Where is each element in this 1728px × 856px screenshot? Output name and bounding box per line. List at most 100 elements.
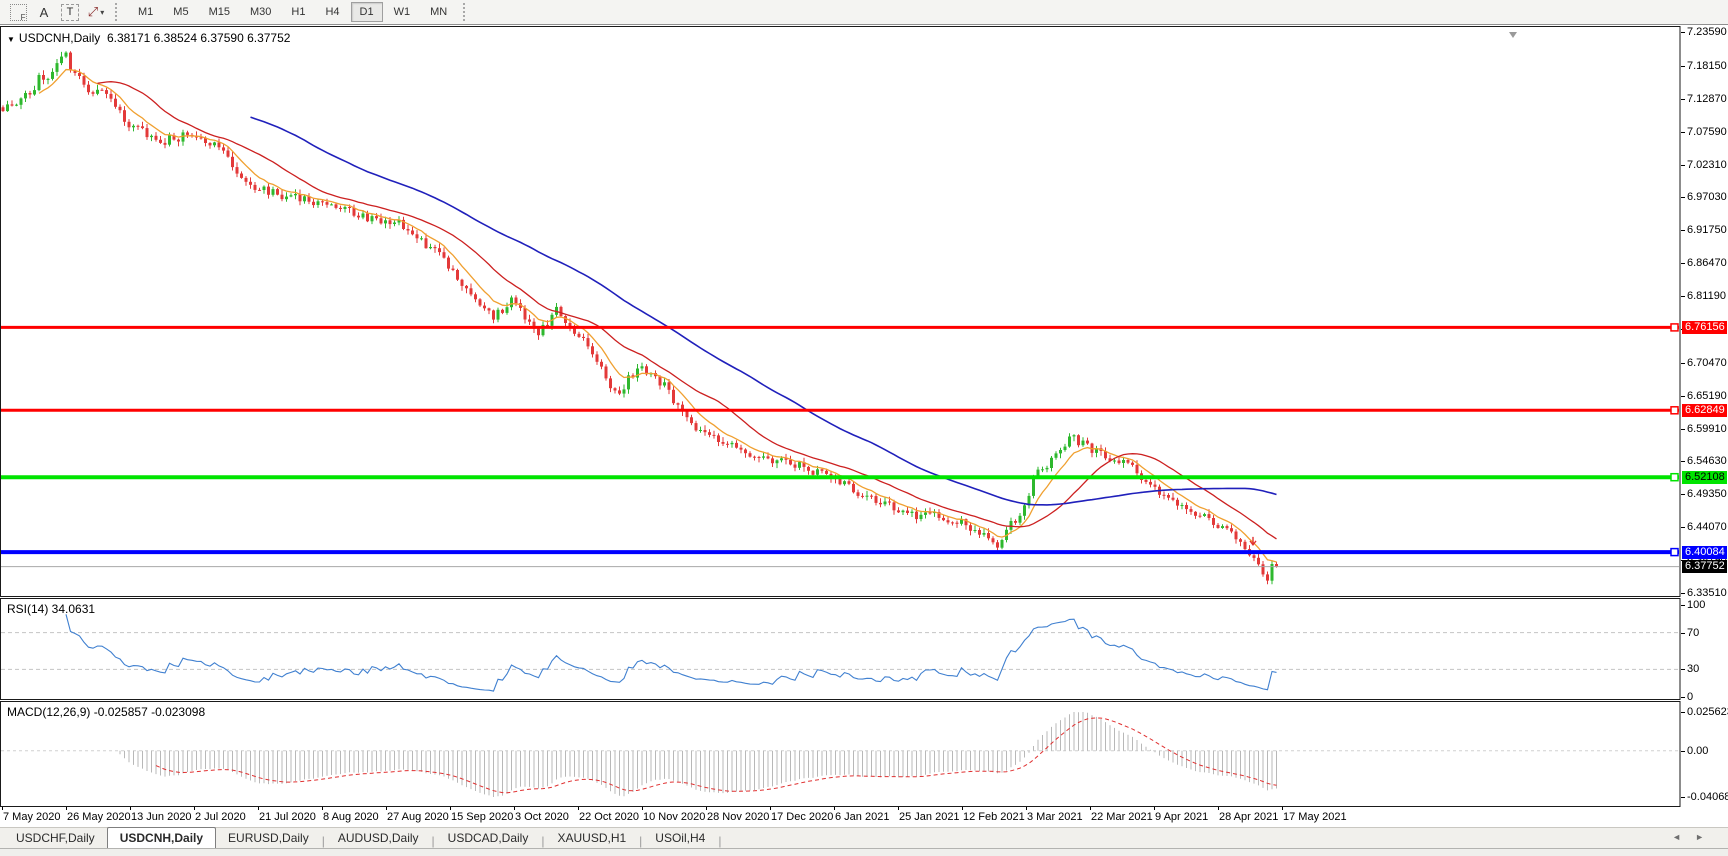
tick-dash <box>1681 668 1685 670</box>
tick-dash <box>1681 262 1685 264</box>
ma-fast-line <box>38 68 1277 563</box>
timeframe-button-h1[interactable]: H1 <box>282 2 314 22</box>
date-axis-label: 3 Mar 2021 <box>1027 811 1083 823</box>
chart-title: ▼ USDCNH,Daily 6.38171 6.38524 6.37590 6.… <box>7 31 290 45</box>
date-axis-tick <box>322 807 323 810</box>
hline-anchor-6.76156[interactable] <box>1670 323 1679 332</box>
status-bar <box>0 848 1728 856</box>
hline-price-tag: 6.52108 <box>1682 471 1727 484</box>
chart-tab-bar: USDCHF,Daily USDCNH,Daily EURUSD,Daily | AUD… <box>0 827 1728 849</box>
toolbar-drag-handle-2[interactable] <box>463 3 470 21</box>
timeframe-button-h4[interactable]: H4 <box>316 2 348 22</box>
tick-label: 6.33510 <box>1687 587 1727 599</box>
date-axis-tick <box>258 807 259 810</box>
price-chart-canvas[interactable] <box>0 26 1681 597</box>
tab-scroll-right-icon[interactable]: ► <box>1695 832 1704 842</box>
price-axis-tick: 7.12870 <box>1681 93 1727 105</box>
date-axis-label: 7 May 2020 <box>3 811 61 823</box>
timeframe-button-w1[interactable]: W1 <box>385 2 420 22</box>
date-axis-tick <box>450 807 451 810</box>
tick-label: 7.02310 <box>1687 159 1727 171</box>
timeframe-button-m15[interactable]: M15 <box>200 2 239 22</box>
chart-tab-usdchf[interactable]: USDCHF,Daily <box>4 828 107 848</box>
date-axis[interactable]: 7 May 2020 26 May 2020 13 Jun 2020 2 Jul 20… <box>0 807 1728 827</box>
tick-label: 6.65190 <box>1687 390 1727 402</box>
text-label-icon[interactable]: A <box>32 1 56 23</box>
date-axis-tick <box>706 807 707 810</box>
rsi-panel-canvas[interactable] <box>0 598 1681 700</box>
tab-scroll-left-icon[interactable]: ◄ <box>1672 832 1681 842</box>
tick-dash <box>1681 362 1685 364</box>
chart-tab-usoil[interactable]: USOil,H4 <box>643 828 717 848</box>
tick-label: 6.81190 <box>1687 290 1726 302</box>
tick-label: 0 <box>1687 691 1694 703</box>
tick-dash <box>1681 632 1685 634</box>
date-axis-label: 22 Oct 2020 <box>579 811 639 823</box>
price-axis-tick: 6.91750 <box>1681 224 1727 236</box>
chart-tab-eurusd[interactable]: EURUSD,Daily <box>216 828 321 848</box>
macd-indicator-label: MACD(12,26,9) -0.025857 -0.023098 <box>7 705 206 719</box>
tick-label: 7.07590 <box>1687 126 1727 138</box>
price-axis-tick: 6.44070 <box>1681 521 1727 533</box>
timeframe-button-m1[interactable]: M1 <box>129 2 162 22</box>
hline-anchor-6.40084[interactable] <box>1670 547 1679 557</box>
ma-slow-line <box>250 116 1277 506</box>
chart-shift-marker-icon[interactable] <box>1509 32 1517 38</box>
chart-collapse-icon[interactable]: ▼ <box>7 35 15 44</box>
timeframe-button-d1[interactable]: D1 <box>350 2 383 22</box>
tab-scroll-arrows: ◄ ► <box>1672 832 1704 842</box>
tick-label: 6.70470 <box>1687 357 1727 369</box>
grid-f-icon-glyph: F <box>9 3 27 22</box>
rsi-panel-border <box>0 598 1681 700</box>
price-axis-tick: 6.70470 <box>1681 357 1727 369</box>
date-axis-tick <box>66 807 67 810</box>
price-panel-border <box>0 26 1681 597</box>
date-axis-label: 25 Jan 2021 <box>899 811 960 823</box>
timeframe-button-m5[interactable]: M5 <box>164 2 197 22</box>
toolbar: F A T ⤢ ▾ M1 M5 M15 M30 H1 H4 D1 W1 MN <box>0 0 1728 25</box>
chart-tab-usdcnh[interactable]: USDCNH,Daily <box>106 827 217 849</box>
date-axis-label: 2 Jul 2020 <box>195 811 246 823</box>
tick-label: 6.59910 <box>1687 423 1727 435</box>
date-axis-label: 3 Oct 2020 <box>515 811 569 823</box>
hline-anchor-6.62849[interactable] <box>1670 406 1679 415</box>
arrows-tool-icon[interactable]: ⤢ ▾ <box>84 1 108 23</box>
date-axis-tick <box>130 807 131 810</box>
tick-dash <box>1681 750 1685 752</box>
tick-dash <box>1681 604 1685 606</box>
text-box-icon[interactable]: T <box>58 1 82 23</box>
tick-dash <box>1681 526 1685 528</box>
chart-tab-usdcad[interactable]: USDCAD,Daily <box>436 828 541 848</box>
date-axis-label: 15 Sep 2020 <box>451 811 514 823</box>
timeframe-button-m30[interactable]: M30 <box>241 2 280 22</box>
tick-dash <box>1681 395 1685 397</box>
current-price-tag: 6.37752 <box>1682 560 1727 573</box>
date-axis-label: 17 May 2021 <box>1283 811 1347 823</box>
price-axis-tick: 6.97030 <box>1681 191 1727 203</box>
tick-label: 7.12870 <box>1687 93 1727 105</box>
price-axis-tick: 6.54630 <box>1681 455 1727 467</box>
tick-label: 7.23590 <box>1687 26 1727 38</box>
date-axis-tick <box>1218 807 1219 810</box>
dropdown-caret-icon: ▾ <box>100 7 105 17</box>
timeframe-button-mn[interactable]: MN <box>421 2 456 22</box>
price-axis-tick: 6.86470 <box>1681 257 1727 269</box>
rsi-axis-tick: 70 <box>1681 627 1699 639</box>
date-axis-tick <box>514 807 515 810</box>
chart-tab-xauusd[interactable]: XAUUSD,H1 <box>545 828 638 848</box>
toolbar-drag-handle[interactable] <box>115 3 122 21</box>
macd-signal-line <box>155 717 1277 794</box>
chart-tab-audusd[interactable]: AUDUSD,Daily <box>326 828 431 848</box>
price-axis-tick: 7.18150 <box>1681 60 1727 72</box>
tick-dash <box>1681 295 1685 297</box>
macd-panel-canvas[interactable] <box>0 701 1681 807</box>
price-axis-tick: 6.33510 <box>1681 587 1727 599</box>
date-axis-label: 28 Nov 2020 <box>707 811 770 823</box>
grid-f-icon[interactable]: F <box>6 1 30 23</box>
price-axis-tick: 7.23590 <box>1681 26 1727 38</box>
hline-anchor-6.52108[interactable] <box>1670 472 1679 482</box>
chart-ohlc-values: 6.38171 6.38524 6.37590 6.37752 <box>106 31 291 45</box>
macd-axis-tick: -0.040687 <box>1681 791 1728 803</box>
tick-dash <box>1681 31 1685 33</box>
price-axis[interactable]: 7.23590 7.18150 7.12870 7.07590 7.02310 6.970… <box>1681 26 1728 807</box>
